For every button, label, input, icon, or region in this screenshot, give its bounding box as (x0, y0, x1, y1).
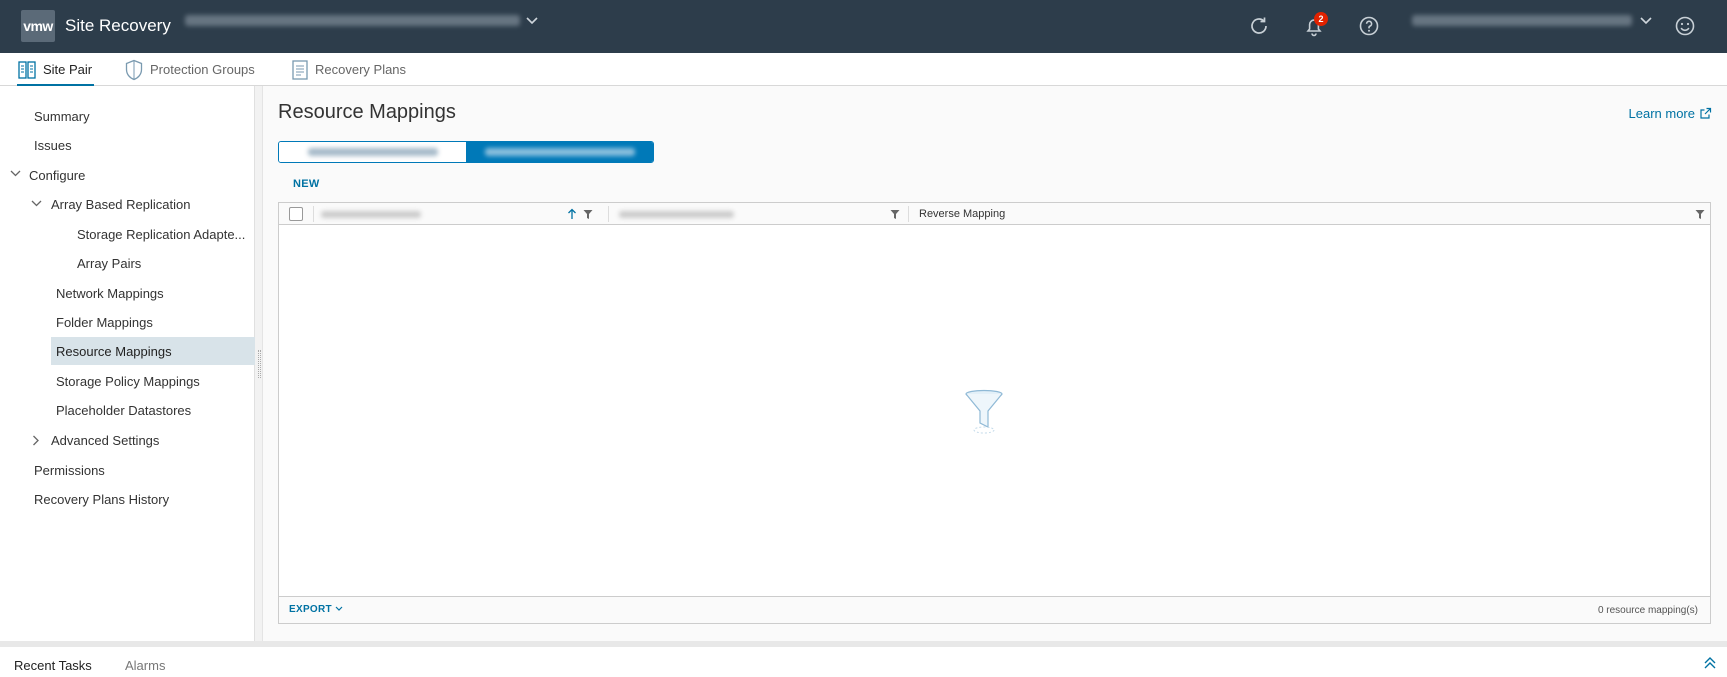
page-title: Resource Mappings (278, 101, 456, 123)
app-header: vmw Site Recovery 2 (0, 0, 1727, 53)
column-header-reverse-mapping[interactable]: Reverse Mapping (919, 203, 1519, 225)
help-icon[interactable] (1356, 13, 1382, 39)
grid-body (279, 225, 1710, 597)
tab-label: Site Pair (43, 62, 93, 77)
empty-filter-funnel-icon (965, 389, 1003, 434)
site-direction-toggle (278, 141, 654, 163)
sidebar-item-label: Resource Mappings (56, 343, 172, 359)
notifications-bell-icon[interactable]: 2 (1301, 12, 1328, 39)
site-direction-option-right[interactable] (466, 142, 653, 162)
refresh-icon[interactable] (1246, 13, 1272, 39)
chevron-down-icon (1640, 16, 1652, 24)
chevron-down-icon[interactable] (10, 170, 21, 178)
tab-label: Protection Groups (150, 62, 255, 77)
sidebar-nav: Summary Issues Configure Array Based Rep… (0, 86, 255, 641)
site-name (484, 148, 635, 156)
chevron-down-icon (335, 606, 343, 611)
filter-icon[interactable] (582, 207, 594, 221)
site-pair-icon (18, 60, 36, 79)
sidebar-item-recovery-plans-history[interactable]: Recovery Plans History (34, 485, 169, 513)
new-mapping-button[interactable]: NEW (293, 178, 320, 190)
tab-site-pair[interactable]: Site Pair (17, 53, 95, 87)
sidebar-item-label: Advanced Settings (51, 432, 160, 448)
feedback-smiley-icon[interactable] (1672, 13, 1698, 39)
chevron-down-icon[interactable] (31, 200, 42, 208)
export-dropdown[interactable]: EXPORT (289, 604, 343, 615)
tab-alarms[interactable]: Alarms (125, 658, 165, 673)
grid-footer: EXPORT 0 resource mapping(s) (279, 596, 1710, 623)
sidebar-item-array-based-replication[interactable]: Array Based Replication (51, 190, 190, 218)
sidebar-item-label: Array Pairs (77, 255, 142, 271)
sidebar-item-storage-policy-mappings[interactable]: Storage Policy Mappings (56, 367, 200, 395)
sidebar-item-issues[interactable]: Issues (34, 131, 72, 159)
tab-recent-tasks[interactable]: Recent Tasks (14, 658, 92, 673)
column-divider (313, 206, 314, 222)
sidebar-item-storage-replication-adapters[interactable]: Storage Replication Adapte... (77, 220, 254, 248)
sidebar-item-label: Permissions (34, 462, 105, 478)
learn-more-label: Learn more (1628, 106, 1695, 121)
main-content: Resource Mappings Learn more NEW Reverse… (263, 86, 1727, 641)
vmw-logo: vmw (21, 10, 55, 42)
tab-label: Recovery Plans (315, 62, 407, 77)
sidebar-item-label: Recovery Plans History (34, 491, 170, 507)
sidebar-item-label: Storage Policy Mappings (56, 373, 200, 389)
sidebar-item-advanced-settings[interactable]: Advanced Settings (51, 426, 159, 454)
bottom-panel-bar: Recent Tasks Alarms (0, 641, 1727, 677)
resource-mappings-grid: Reverse Mapping EXPORT 0 resource mappin… (278, 202, 1711, 624)
sidebar-item-placeholder-datastores[interactable]: Placeholder Datastores (56, 396, 191, 424)
sidebar-item-label: Folder Mappings (56, 314, 153, 330)
external-link-icon (1700, 107, 1712, 119)
sidebar-item-label: Array Based Replication (51, 196, 191, 212)
grid-item-count: 0 resource mapping(s) (1597, 605, 1698, 616)
site-direction-option-left[interactable] (279, 142, 466, 162)
grid-header: Reverse Mapping (279, 203, 1710, 225)
drag-grip-icon (258, 350, 261, 378)
export-label: EXPORT (289, 604, 332, 615)
sidebar-item-configure[interactable]: Configure (29, 161, 85, 189)
select-all-checkbox[interactable] (289, 207, 303, 221)
column-label: Reverse Mapping (919, 208, 1006, 220)
site-pair-name (185, 15, 520, 26)
column-label (321, 210, 421, 218)
tab-recovery-plans[interactable]: Recovery Plans (291, 53, 406, 86)
sidebar-item-summary[interactable]: Summary (34, 102, 90, 130)
column-divider (908, 206, 909, 222)
filter-icon[interactable] (1694, 207, 1706, 221)
site-pair-selector[interactable] (185, 15, 538, 26)
primary-tabs: Site Pair Protection Groups Recovery Pla… (0, 53, 1727, 87)
sidebar-item-resource-mappings[interactable]: Resource Mappings (51, 337, 255, 365)
sidebar-item-label: Summary (34, 108, 90, 124)
sidebar-item-folder-mappings[interactable]: Folder Mappings (56, 308, 153, 336)
user-name (1412, 15, 1632, 26)
sidebar-item-array-pairs[interactable]: Array Pairs (77, 249, 141, 277)
sidebar-item-network-mappings[interactable]: Network Mappings (56, 279, 164, 307)
sidebar-item-permissions[interactable]: Permissions (34, 456, 105, 484)
column-header-target[interactable] (619, 203, 909, 225)
sidebar-item-label: Configure (29, 167, 86, 183)
expand-panel-icon[interactable] (1703, 656, 1717, 670)
sidebar-item-label: Placeholder Datastores (56, 402, 192, 418)
filter-icon[interactable] (889, 207, 901, 221)
learn-more-link[interactable]: Learn more (1629, 106, 1712, 121)
chevron-down-icon (526, 16, 538, 24)
site-name (307, 148, 438, 156)
app-title: Site Recovery (65, 16, 171, 35)
sidebar-item-label: Network Mappings (56, 285, 164, 301)
column-label (619, 210, 734, 218)
tab-protection-groups[interactable]: Protection Groups (124, 53, 255, 86)
notification-badge: 2 (1314, 12, 1328, 26)
chevron-right-icon[interactable] (32, 435, 40, 446)
column-divider (608, 206, 609, 222)
sidebar-item-label: Storage Replication Adapte... (77, 226, 246, 242)
sidebar-item-label: Issues (34, 137, 72, 153)
sort-ascending-icon[interactable] (567, 208, 577, 220)
document-icon (292, 59, 308, 80)
shield-icon (125, 59, 143, 80)
user-menu[interactable] (1412, 15, 1652, 26)
